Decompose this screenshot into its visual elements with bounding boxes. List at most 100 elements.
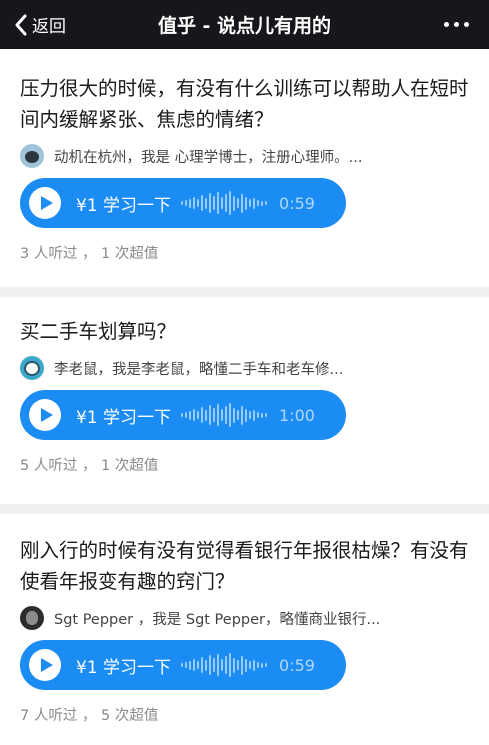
waveform-bar	[261, 412, 264, 418]
waveform-bar	[265, 413, 268, 417]
waveform-bar	[209, 655, 212, 675]
waveform-bar	[245, 658, 248, 672]
waveform-bar	[245, 196, 248, 210]
waveform-bar	[181, 413, 184, 417]
waveform-bar	[257, 412, 260, 418]
waveform-bar	[213, 658, 216, 672]
waveform-bar	[193, 197, 196, 209]
answerer-text: 动机在杭州，我是 心理学博士，注册心理师。...	[54, 149, 363, 166]
question-title[interactable]: 压力很大的时候，有没有什么训练可以帮助人在短时间内缓解紧张、焦虑的情绪？	[20, 49, 469, 135]
waveform-bar	[181, 663, 184, 667]
waveform-bar	[189, 198, 192, 208]
waveform-bar	[237, 660, 240, 670]
waveform-bar	[245, 408, 248, 422]
waveform-bar	[181, 201, 184, 205]
waveform-bar	[225, 194, 228, 212]
listen-stats: 7 人听过 ， 5 次超值	[20, 708, 159, 724]
waveform-bar	[241, 655, 244, 675]
listen-price-label: ¥1 学习一下	[76, 657, 172, 678]
waveform-bar	[229, 653, 232, 677]
play-icon	[29, 399, 61, 431]
paid-audio-answer-button[interactable]: ¥1 学习一下 1:00	[20, 390, 346, 440]
paid-audio-answer-button[interactable]: ¥1 学习一下 0:59	[20, 178, 346, 228]
more-dots-icon[interactable]	[444, 0, 469, 49]
waveform-bar	[237, 198, 240, 208]
waveform-bar	[229, 191, 232, 215]
waveform-bar	[213, 196, 216, 210]
waveform-bar	[189, 410, 192, 420]
waveform-bar	[241, 193, 244, 213]
waveform-bar	[257, 662, 260, 668]
answerer-info[interactable]: Sgt Pepper ，我是 Sgt Pepper，略懂商业银行...	[20, 605, 469, 631]
waveform-bar	[265, 201, 268, 205]
top-navigation-bar: 返回 值乎 - 说点儿有用的	[0, 0, 489, 49]
waveform-bar	[189, 660, 192, 670]
waveform-bar	[233, 657, 236, 673]
waveform-bar	[193, 659, 196, 671]
waveform-icon	[181, 188, 268, 218]
waveform-bar	[221, 409, 224, 421]
waveform-bar	[197, 411, 200, 419]
listen-price-label: ¥1 学习一下	[76, 195, 172, 216]
waveform-bar	[241, 405, 244, 425]
waveform-bar	[197, 661, 200, 669]
waveform-bar	[205, 659, 208, 671]
waveform-bar	[205, 409, 208, 421]
paid-audio-answer-button[interactable]: ¥1 学习一下 0:59	[20, 640, 346, 690]
waveform-bar	[233, 195, 236, 211]
back-button[interactable]: 返回	[14, 0, 66, 49]
waveform-bar	[221, 197, 224, 209]
waveform-bar	[229, 403, 232, 427]
waveform-bar	[261, 200, 264, 206]
avatar	[20, 144, 44, 168]
back-label: 返回	[32, 17, 66, 37]
waveform-bar	[201, 195, 204, 211]
listen-stats: 5 人听过 ， 1 次超值	[20, 458, 159, 474]
waveform-icon	[181, 650, 268, 680]
waveform-bar	[201, 407, 204, 423]
waveform-bar	[237, 410, 240, 420]
waveform-bar	[257, 200, 260, 206]
waveform-icon	[181, 400, 268, 430]
waveform-bar	[249, 199, 252, 207]
waveform-bar	[217, 404, 220, 426]
waveform-bar	[249, 661, 252, 669]
avatar	[20, 606, 44, 630]
waveform-bar	[249, 411, 252, 419]
waveform-bar	[197, 199, 200, 207]
play-icon	[29, 187, 61, 219]
waveform-bar	[253, 409, 256, 421]
answerer-info[interactable]: 动机在杭州，我是 心理学博士，注册心理师。...	[20, 143, 469, 169]
waveform-bar	[225, 656, 228, 674]
waveform-bar	[217, 192, 220, 214]
page-title: 值乎 - 说点儿有用的	[157, 15, 332, 37]
waveform-bar	[217, 654, 220, 676]
waveform-bar	[253, 659, 256, 671]
answerer-text: 李老鼠，我是李老鼠，略懂二手车和老车修...	[54, 361, 344, 378]
avatar	[20, 356, 44, 380]
waveform-bar	[213, 408, 216, 422]
question-title[interactable]: 买二手车划算吗？	[20, 297, 469, 347]
waveform-bar	[225, 406, 228, 424]
chevron-left-icon	[15, 14, 27, 35]
waveform-bar	[265, 663, 268, 667]
question-card[interactable]: 买二手车划算吗？ 李老鼠，我是李老鼠，略懂二手车和老车修... ¥1 学习一下 …	[0, 297, 489, 504]
answerer-text: Sgt Pepper ，我是 Sgt Pepper，略懂商业银行...	[54, 611, 381, 628]
answerer-info[interactable]: 李老鼠，我是李老鼠，略懂二手车和老车修...	[20, 355, 469, 381]
question-card[interactable]: 压力很大的时候，有没有什么训练可以帮助人在短时间内缓解紧张、焦虑的情绪？ 动机在…	[0, 49, 489, 287]
waveform-bar	[261, 662, 264, 668]
waveform-bar	[185, 200, 188, 206]
audio-duration: 1:00	[279, 405, 315, 425]
waveform-bar	[253, 197, 256, 209]
waveform-bar	[185, 412, 188, 418]
listen-stats: 3 人听过 ， 1 次超值	[20, 246, 159, 262]
play-icon	[29, 649, 61, 681]
audio-duration: 0:59	[279, 193, 315, 213]
question-card[interactable]: 刚入行的时候有没有觉得看银行年报很枯燥？有没有使看年报变有趣的窍门？ Sgt P…	[0, 514, 489, 745]
waveform-bar	[221, 659, 224, 671]
question-title[interactable]: 刚入行的时候有没有觉得看银行年报很枯燥？有没有使看年报变有趣的窍门？	[20, 514, 469, 597]
waveform-bar	[209, 405, 212, 425]
audio-duration: 0:59	[279, 655, 315, 675]
waveform-bar	[185, 662, 188, 668]
waveform-bar	[193, 409, 196, 421]
